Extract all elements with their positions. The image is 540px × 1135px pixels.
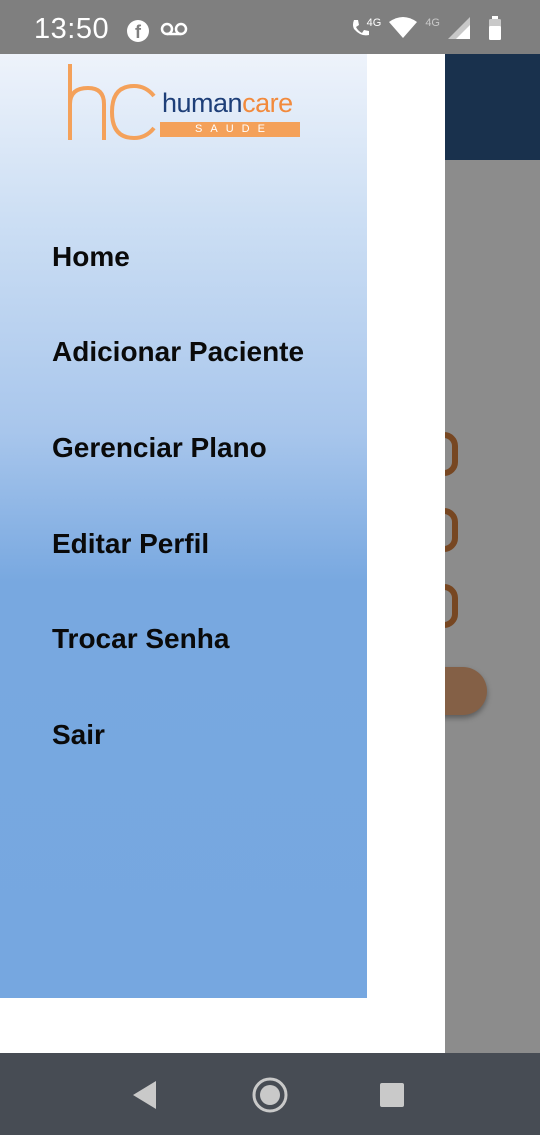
menu-item-home[interactable]: Home [0,209,367,305]
status-bar: 13:50 f 4G 4G [0,0,540,54]
logo-human-text: human [162,88,243,118]
status-icons: 4G 4G [349,16,502,40]
drawer-menu: Home Adicionar Paciente Gerenciar Plano … [0,209,367,783]
logo-subtitle: SAUDE [160,122,300,137]
menu-item-logout[interactable]: Sair [0,687,367,783]
home-icon[interactable] [250,1075,290,1115]
system-nav-bar [0,1053,540,1135]
back-icon[interactable] [130,1079,160,1111]
battery-icon [489,16,501,40]
humancare-logo: humancare SAUDE [62,60,312,150]
menu-item-manage-plan[interactable]: Gerenciar Plano [0,400,367,496]
network-label: 4G [366,17,382,29]
hc-monogram [68,64,156,141]
drawer-panel: humancare SAUDE Home Adicionar Paciente … [0,54,367,998]
menu-item-change-password[interactable]: Trocar Senha [0,591,367,687]
wifi-icon [389,17,418,38]
menu-item-add-patient[interactable]: Adicionar Paciente [0,305,367,401]
recents-icon[interactable] [380,1083,404,1107]
navigation-drawer: humancare SAUDE Home Adicionar Paciente … [0,54,445,1053]
facebook-icon: f [127,20,149,42]
logo-care-text: care [242,88,293,118]
network-label-secondary: 4G [425,17,440,29]
status-time: 13:50 [34,13,110,45]
signal-icon [448,17,470,39]
voicemail-icon [160,22,188,36]
menu-item-edit-profile[interactable]: Editar Perfil [0,496,367,592]
logo-wordmark: humancare [162,88,293,119]
